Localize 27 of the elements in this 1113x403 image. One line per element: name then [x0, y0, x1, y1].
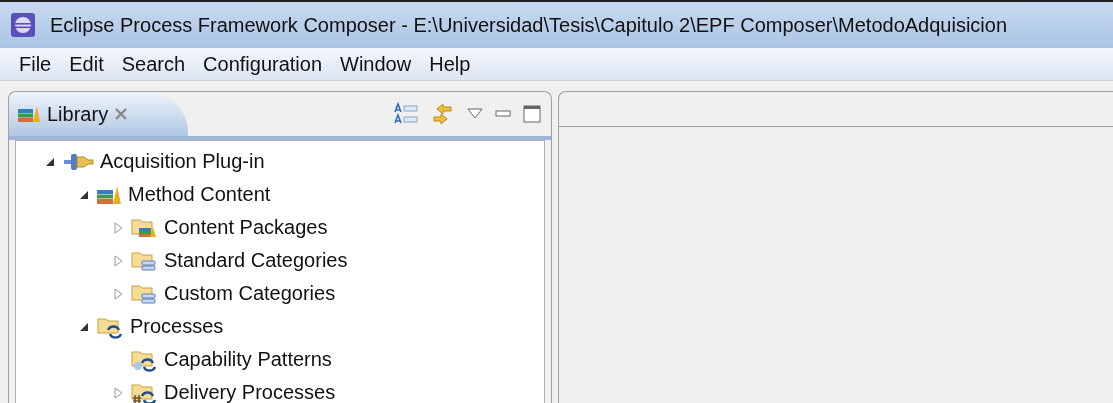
library-tab[interactable]: Library: [9, 92, 189, 136]
expand-arrow-icon[interactable]: [112, 220, 124, 235]
tree-item[interactable]: Delivery Processes: [164, 381, 336, 403]
view-menu-icon[interactable]: [467, 108, 483, 120]
menu-item[interactable]: File: [10, 52, 61, 76]
tree-item[interactable]: Acquisition Plug-in: [100, 150, 265, 173]
tree-item[interactable]: Standard Categories: [164, 249, 348, 272]
expand-arrow-icon[interactable]: [112, 385, 124, 400]
menu-item[interactable]: Edit: [60, 52, 113, 76]
menu-item[interactable]: Search: [112, 52, 195, 76]
expand-arrow-icon[interactable]: [112, 253, 124, 268]
tree-item[interactable]: Processes: [130, 315, 224, 338]
expand-arrow-icon[interactable]: [112, 286, 124, 301]
tree-item[interactable]: Custom Categories: [164, 282, 336, 305]
menu-item[interactable]: Configuration: [194, 52, 332, 76]
sort-icon[interactable]: [393, 102, 419, 126]
tree-item[interactable]: Capability Patterns: [164, 348, 332, 371]
window-title: Eclipse Process Framework Composer - E:\Universidad\Tesis\Capitulo 2\EPF Composer\MetodoAdquisicion: [50, 13, 1008, 37]
close-icon[interactable]: [114, 107, 129, 121]
sync-arrows-icon[interactable]: [431, 101, 455, 127]
maximize-icon[interactable]: [523, 105, 541, 123]
menu-item[interactable]: Help: [420, 52, 480, 76]
minimize-icon[interactable]: [495, 110, 511, 118]
tree-item[interactable]: Method Content: [128, 183, 271, 206]
app-icon: [10, 12, 36, 38]
menu-item[interactable]: Window: [331, 52, 421, 76]
tree-item[interactable]: Content Packages: [164, 216, 328, 239]
